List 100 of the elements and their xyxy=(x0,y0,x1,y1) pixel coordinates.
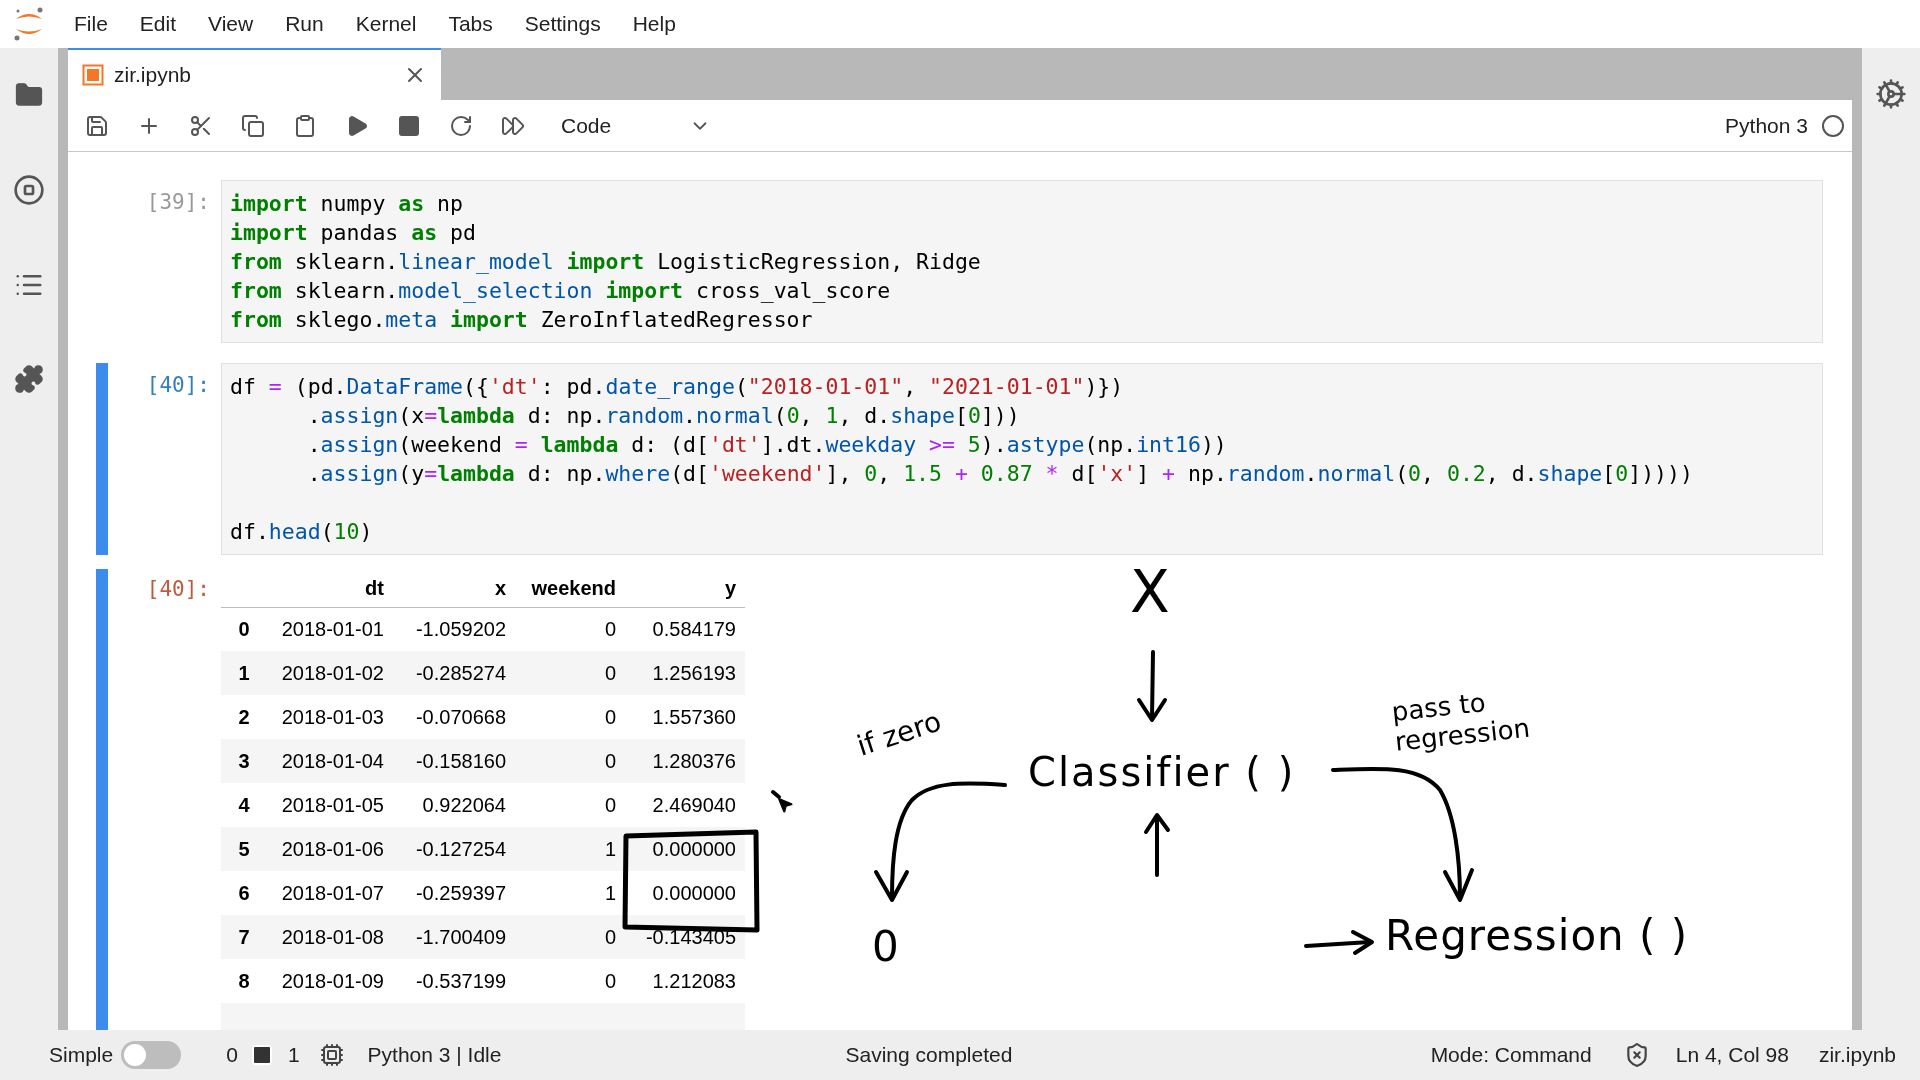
up-arrow xyxy=(1144,813,1170,877)
code-editor[interactable] xyxy=(221,363,1823,555)
kernel-count: 1 xyxy=(287,1042,300,1069)
input-prompt: [39]: xyxy=(146,189,210,216)
menu-item[interactable]: View xyxy=(208,8,254,40)
table-cell: 2018-01-04 xyxy=(281,750,384,772)
handwritten-note: X xyxy=(1130,563,1170,621)
table-cell: 2018-01-02 xyxy=(281,662,384,684)
table-cell: 0 xyxy=(604,926,616,948)
code-line: from sklearn.model_selection import cross_val_score xyxy=(230,277,891,305)
code-line: import numpy as np xyxy=(230,190,463,218)
table-cell: 0 xyxy=(604,618,616,641)
table-cell: 0.584179 xyxy=(652,618,736,641)
row-index: 4 xyxy=(238,794,250,816)
table-cell: -0.158160 xyxy=(415,750,506,772)
row-index: 2 xyxy=(238,706,250,728)
handwritten-note: Regression ( ) xyxy=(1385,915,1689,957)
menu-item[interactable]: Kernel xyxy=(355,8,417,40)
row-index: 5 xyxy=(238,838,250,860)
code-line: df = (pd.DataFrame({'dt': pd.date_range("2018-01-01", "2021-01-01")}) xyxy=(230,373,1124,401)
table-cell: 1.212083 xyxy=(652,970,736,992)
code-line: import pandas as pd xyxy=(230,219,476,247)
column-header: x xyxy=(494,576,506,599)
menu-item[interactable]: Settings xyxy=(524,8,601,40)
tab[interactable]: zir.ipynb xyxy=(68,48,441,100)
table-cell: -0.143405 xyxy=(645,926,736,948)
table-cell: 0 xyxy=(604,662,616,684)
cell-type-dropdown[interactable]: Code xyxy=(561,106,711,145)
table-cell: 1 xyxy=(604,882,616,904)
menu-item[interactable]: File xyxy=(74,8,108,40)
table-cell: 2018-01-01 xyxy=(281,618,384,641)
table-cell: -0.285274 xyxy=(415,662,506,684)
table-cell: 0 xyxy=(604,706,616,728)
table-cell: 0 xyxy=(604,970,616,992)
puzzle-icon[interactable] xyxy=(14,364,44,394)
mouse-cursor-icon xyxy=(776,796,794,814)
table-cell: -0.537199 xyxy=(415,970,506,992)
terminal-count: 0 xyxy=(226,1042,238,1069)
menu-item[interactable]: Help xyxy=(632,8,676,40)
menu-item[interactable]: Run xyxy=(285,8,324,40)
ink-mark xyxy=(771,790,781,799)
tab-label: zir.ipynb xyxy=(114,62,193,89)
code-line: .assign(y=lambda d: np.where(d['weekend'], 0, 1.5 + 0.87 * d['x'] + np.random.normal(0, 0.2, d.shape[0])))) xyxy=(306,460,1693,488)
menu-item[interactable]: Tabs xyxy=(448,8,493,40)
table-cell: 1.280376 xyxy=(652,750,736,772)
table-cell: 0.000000 xyxy=(652,882,736,904)
kernel-status[interactable]: Python 3 | Idle xyxy=(367,1039,502,1071)
table-cell: 2018-01-05 xyxy=(281,794,384,816)
handwritten-note: pass to regression xyxy=(1390,686,1533,757)
table-cell: -0.127254 xyxy=(415,838,506,860)
table-cell: 1.256193 xyxy=(652,662,736,684)
column-header: y xyxy=(724,576,736,599)
terminal-icon[interactable] xyxy=(249,1043,274,1067)
table-cell: 1 xyxy=(604,838,616,860)
code-line: .assign(weekend = lambda d: (d['dt'].dt.weekday >= 5).astype(np.int16)) xyxy=(306,431,1227,459)
menu-item[interactable]: Edit xyxy=(139,8,177,40)
table-cell: 2018-01-03 xyxy=(281,706,384,728)
cursor-position[interactable]: Ln 4, Col 98 xyxy=(1675,1039,1789,1071)
editor-mode[interactable]: Mode: Command xyxy=(1430,1039,1592,1071)
handwritten-note: 0 xyxy=(872,926,899,968)
table-cell: -0.070668 xyxy=(415,706,506,728)
table-cell: -1.700409 xyxy=(415,926,506,948)
file-name: zir.ipynb xyxy=(1818,1042,1896,1069)
column-header: weekend xyxy=(531,576,616,599)
row-index: 3 xyxy=(238,750,250,772)
table-cell: 0 xyxy=(604,750,616,772)
table-cell: -1.059202 xyxy=(415,618,506,641)
input-prompt: [40]: xyxy=(146,372,210,399)
code-editor[interactable]: import numpy as np import pandas as pd from sklearn.linear_model import LogisticRegression, Ridge from sklearn.model_selection import cross_val_score from sklego.meta import ZeroInflatedRegressor xyxy=(221,180,1823,343)
row-index: 6 xyxy=(238,882,250,904)
row-index: 8 xyxy=(238,970,250,992)
stop-circle-icon[interactable] xyxy=(13,174,45,206)
toggle-switch[interactable] xyxy=(121,1041,182,1069)
row-index: 0 xyxy=(238,618,250,641)
table-cell: 2.469040 xyxy=(652,794,736,816)
table-cell: 2018-01-07 xyxy=(281,882,384,904)
status-message: Saving completed xyxy=(845,1042,1013,1069)
table-cell: 1.557360 xyxy=(652,706,736,728)
handwritten-note: if zero xyxy=(853,707,945,761)
output-prompt: [40]: xyxy=(146,576,210,603)
down-arrow xyxy=(1137,650,1167,722)
table-cell: 0 xyxy=(604,794,616,816)
code-line: df.head(10) xyxy=(230,518,373,546)
code-line: from sklego.meta import ZeroInflatedRegressor xyxy=(230,306,813,334)
table-cell: 2018-01-08 xyxy=(281,926,384,948)
table-cell: -0.259397 xyxy=(415,882,506,904)
right-arrow xyxy=(1304,930,1374,955)
code-line: from sklearn.linear_model import LogisticRegression, Ridge xyxy=(230,248,981,276)
mode-label: Simple xyxy=(49,1042,114,1069)
settings-icon[interactable] xyxy=(1875,78,1907,110)
kernel-name[interactable]: Python 3 xyxy=(1725,109,1808,142)
table-cell: 2018-01-06 xyxy=(281,838,384,860)
table-cell: 0.922064 xyxy=(422,794,506,816)
table-cell: 0.000000 xyxy=(652,838,736,860)
code-line: .assign(x=lambda d: np.random.normal(0, 1, d.shape[0])) xyxy=(306,402,1020,430)
cpu-icon[interactable] xyxy=(319,1043,344,1067)
row-index: 1 xyxy=(238,662,250,684)
row-index: 7 xyxy=(238,926,250,948)
table-cell: 2018-01-09 xyxy=(281,970,384,992)
handwritten-note: Classifier ( ) xyxy=(1028,752,1296,792)
